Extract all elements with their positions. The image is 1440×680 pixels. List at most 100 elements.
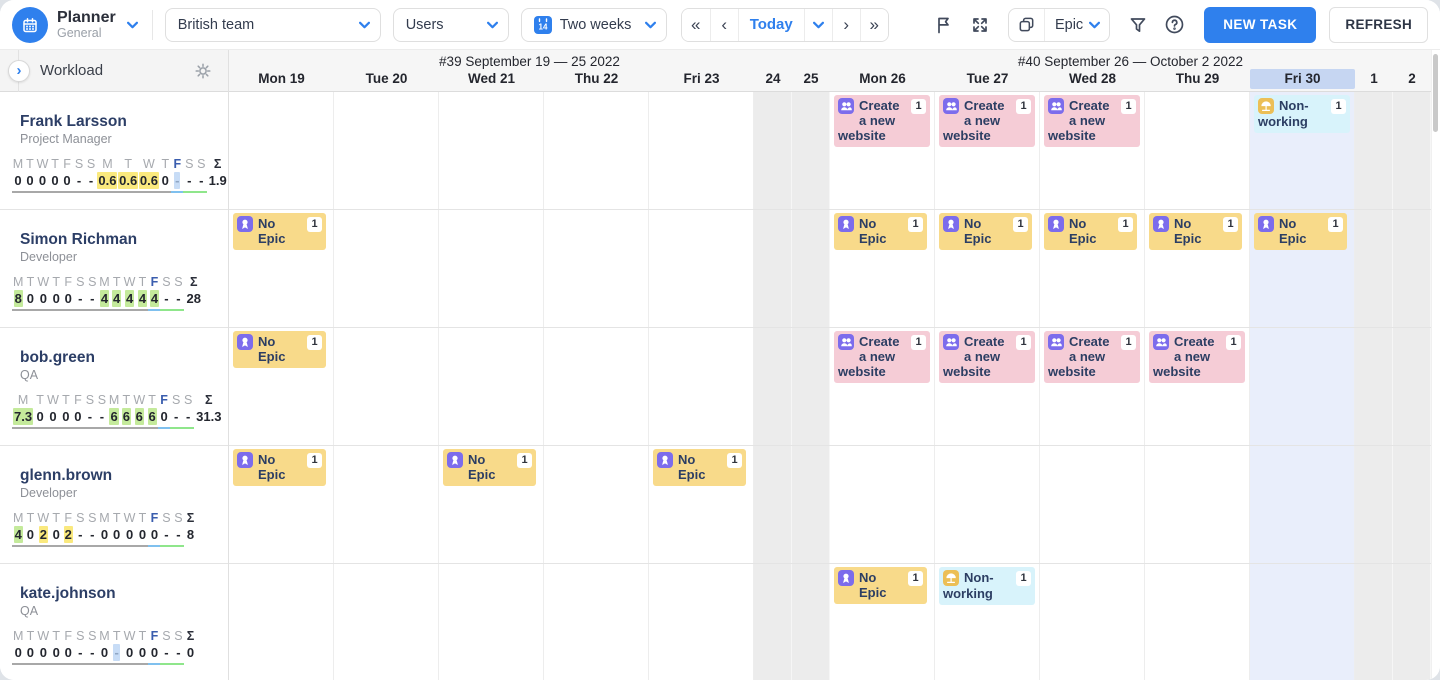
- grid-cell[interactable]: 1Non-working: [935, 564, 1040, 680]
- user-name[interactable]: kate.johnson: [0, 585, 228, 603]
- task-chip-no-epic[interactable]: 1No Epic: [939, 213, 1032, 250]
- user-name[interactable]: Frank Larsson: [0, 113, 228, 131]
- day-header-24[interactable]: 24: [754, 69, 792, 91]
- group-by-select[interactable]: Users: [393, 8, 509, 42]
- day-header-wed-28[interactable]: Wed 28: [1040, 69, 1145, 91]
- user-name[interactable]: bob.green: [0, 349, 228, 367]
- day-header-thu-22[interactable]: Thu 22: [544, 69, 649, 91]
- task-chip-task[interactable]: 1Create a new website: [1044, 331, 1140, 383]
- grid-cell[interactable]: [334, 328, 439, 445]
- user-name[interactable]: glenn.brown: [0, 467, 228, 485]
- grid-cell[interactable]: [792, 92, 830, 209]
- grid-cell[interactable]: 1Create a new website: [935, 328, 1040, 445]
- grid-cell[interactable]: [334, 210, 439, 327]
- grid-cell[interactable]: [792, 328, 830, 445]
- grid-cell[interactable]: [792, 446, 830, 563]
- grid-cell[interactable]: [1250, 564, 1355, 680]
- grid-cell[interactable]: [334, 446, 439, 563]
- nav-last-button[interactable]: »: [860, 9, 888, 41]
- grid-cell[interactable]: [1355, 92, 1393, 209]
- grid-cell[interactable]: [754, 328, 792, 445]
- grid-cell[interactable]: [334, 564, 439, 680]
- grid-cell[interactable]: [1355, 328, 1393, 445]
- grid-cell[interactable]: [229, 564, 334, 680]
- grid-cell[interactable]: [1393, 564, 1431, 680]
- grid-cell[interactable]: [1145, 92, 1250, 209]
- user-name[interactable]: Simon Richman: [0, 231, 228, 249]
- task-chip-no-epic[interactable]: 1No Epic: [233, 449, 326, 486]
- grid-cell[interactable]: 1No Epic: [830, 564, 935, 680]
- grid-cell[interactable]: [439, 564, 544, 680]
- help-icon[interactable]: [1156, 7, 1192, 43]
- task-chip-task[interactable]: 1Create a new website: [1044, 95, 1140, 147]
- grid-cell[interactable]: 1Create a new website: [935, 92, 1040, 209]
- task-chip-no-epic[interactable]: 1No Epic: [653, 449, 746, 486]
- grid-cell[interactable]: [1250, 328, 1355, 445]
- color-by-epic-control[interactable]: Epic: [1008, 8, 1110, 42]
- task-chip-nonworking[interactable]: 1Non-working: [939, 567, 1035, 605]
- grid-cell[interactable]: [439, 328, 544, 445]
- day-header-1[interactable]: 1: [1355, 69, 1393, 91]
- grid-cell[interactable]: 1No Epic: [1145, 210, 1250, 327]
- user-card-frank-larsson[interactable]: Frank LarssonProject ManagerM0T0W0T0F0S-…: [0, 92, 228, 210]
- grid-cell[interactable]: 1No Epic: [229, 328, 334, 445]
- grid-cell[interactable]: [1040, 564, 1145, 680]
- task-chip-task[interactable]: 1Create a new website: [939, 331, 1035, 383]
- grid-cell[interactable]: [649, 210, 754, 327]
- grid-cell[interactable]: [792, 210, 830, 327]
- grid-cell[interactable]: [439, 210, 544, 327]
- nav-next-button[interactable]: ›: [832, 9, 860, 41]
- user-card-kate-johnson[interactable]: kate.johnsonQAM0T0W0T0F0S-S-M0T-W0T0F0S-…: [0, 564, 228, 680]
- grid-cell[interactable]: [649, 328, 754, 445]
- scrollbar-track[interactable]: [1431, 50, 1440, 680]
- grid-cell[interactable]: [792, 564, 830, 680]
- day-header-fri-23[interactable]: Fri 23: [649, 69, 754, 91]
- grid-cell[interactable]: [1040, 446, 1145, 563]
- grid-cell[interactable]: 1No Epic: [830, 210, 935, 327]
- grid-cell[interactable]: [544, 210, 649, 327]
- day-header-mon-19[interactable]: Mon 19: [229, 69, 334, 91]
- grid-cell[interactable]: 1No Epic: [649, 446, 754, 563]
- day-header-fri-30[interactable]: Fri 30: [1250, 69, 1355, 91]
- grid-cell[interactable]: [1145, 446, 1250, 563]
- user-card-simon-richman[interactable]: Simon RichmanDeveloperM8T0W0T0F0S-S-M4T4…: [0, 210, 228, 328]
- grid-cell[interactable]: [544, 446, 649, 563]
- day-header-wed-21[interactable]: Wed 21: [439, 69, 544, 91]
- grid-cell[interactable]: [754, 92, 792, 209]
- grid-cell[interactable]: [935, 446, 1040, 563]
- grid-cell[interactable]: 1Create a new website: [830, 92, 935, 209]
- grid-cell[interactable]: [1393, 210, 1431, 327]
- flag-icon[interactable]: [926, 7, 962, 43]
- task-chip-no-epic[interactable]: 1No Epic: [233, 213, 326, 250]
- refresh-button[interactable]: REFRESH: [1329, 7, 1428, 43]
- day-header-25[interactable]: 25: [792, 69, 830, 91]
- day-header-tue-27[interactable]: Tue 27: [935, 69, 1040, 91]
- grid-cell[interactable]: [544, 92, 649, 209]
- today-button[interactable]: Today: [738, 9, 804, 41]
- grid-cell[interactable]: 1No Epic: [935, 210, 1040, 327]
- grid-cell[interactable]: 1Create a new website: [1040, 92, 1145, 209]
- grid-cell[interactable]: 1No Epic: [229, 446, 334, 563]
- task-chip-task[interactable]: 1Create a new website: [939, 95, 1035, 147]
- day-header-2[interactable]: 2: [1393, 69, 1431, 91]
- grid-cell[interactable]: [649, 92, 754, 209]
- grid-cell[interactable]: 1No Epic: [439, 446, 544, 563]
- grid-cell[interactable]: [334, 92, 439, 209]
- grid-cell[interactable]: [830, 446, 935, 563]
- grid-cell[interactable]: [1393, 92, 1431, 209]
- team-select[interactable]: British team: [165, 8, 381, 42]
- sidebar-expand-button[interactable]: ›: [8, 60, 30, 82]
- today-dropdown-chevron-icon[interactable]: [804, 9, 832, 41]
- grid-cell[interactable]: [229, 92, 334, 209]
- task-chip-no-epic[interactable]: 1No Epic: [834, 213, 927, 250]
- grid-cell[interactable]: [1355, 210, 1393, 327]
- day-header-thu-29[interactable]: Thu 29: [1145, 69, 1250, 91]
- task-chip-task[interactable]: 1Create a new website: [1149, 331, 1245, 383]
- task-chip-task[interactable]: 1Create a new website: [834, 95, 930, 147]
- grid-cell[interactable]: [649, 564, 754, 680]
- filter-icon[interactable]: [1120, 7, 1156, 43]
- task-chip-no-epic[interactable]: 1No Epic: [834, 567, 927, 604]
- day-header-tue-20[interactable]: Tue 20: [334, 69, 439, 91]
- nav-prev-button[interactable]: ‹: [710, 9, 738, 41]
- grid-cell[interactable]: 1Non-working: [1250, 92, 1355, 209]
